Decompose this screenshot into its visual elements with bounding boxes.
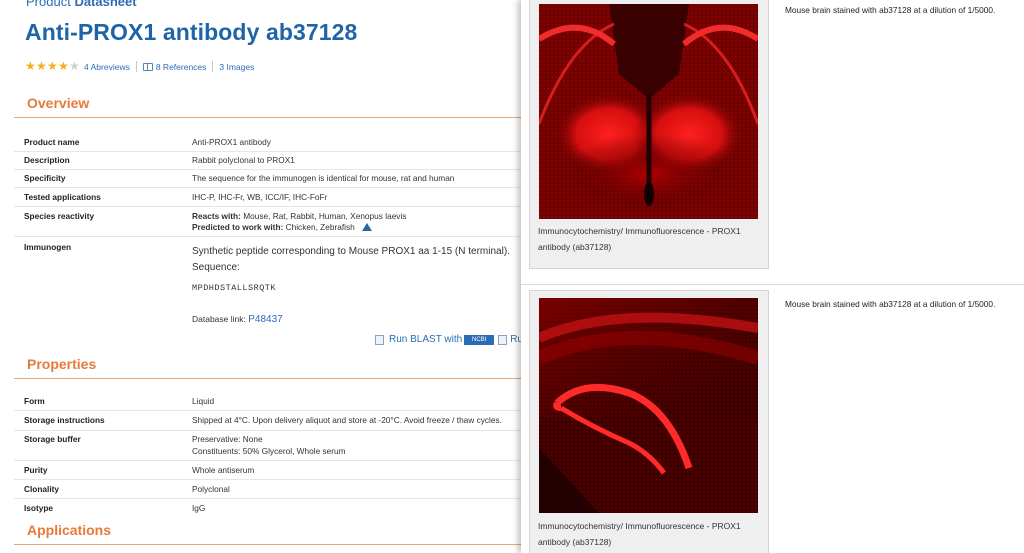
applications-heading-label: Applications — [27, 522, 112, 538]
database-link-value[interactable]: P48437 — [248, 314, 282, 325]
row-value: Shipped at 4°C. Upon delivery aliquot an… — [192, 415, 502, 425]
star-rating: ★ ★ ★ ★ ★ — [25, 59, 80, 73]
predicted-value: Chicken, Zebrafish — [285, 222, 355, 232]
table-row: Purity Whole antiserum — [14, 461, 524, 480]
star-icon: ★ — [36, 59, 47, 73]
star-icon: ★ — [25, 59, 36, 73]
book-icon — [142, 62, 153, 71]
row-value: Preservative: None — [192, 434, 263, 444]
applications-heading[interactable]: Applications — [14, 521, 524, 545]
blast-icon — [375, 334, 384, 345]
row-label: Isotype — [24, 503, 54, 513]
predicted-label: Predicted to work with: — [192, 222, 284, 232]
image-legend: Mouse brain stained with ab37128 at a di… — [785, 299, 996, 309]
row-label: Storage buffer — [24, 434, 81, 444]
table-row: Specificity The sequence for the immunog… — [14, 170, 524, 188]
micrograph-image[interactable] — [539, 298, 758, 513]
divider — [521, 284, 1024, 285]
row-label: Form — [24, 396, 45, 406]
properties-heading[interactable]: Properties — [14, 355, 524, 379]
breadcrumb[interactable]: Product Datasheet — [26, 0, 137, 9]
image-panel: Immunocytochemistry/ Immunofluorescence … — [521, 0, 1024, 553]
abreviews-link[interactable]: 4 Abreviews — [84, 62, 130, 72]
overview-heading[interactable]: Overview — [14, 94, 524, 118]
image-caption: Immunocytochemistry/ Immunofluorescence … — [538, 521, 741, 547]
run-blast-link[interactable]: Run BLAST with NCBI Ru — [375, 334, 523, 345]
table-row: Isotype IgG — [14, 499, 524, 517]
row-label: Specificity — [24, 173, 66, 183]
divider — [135, 61, 137, 72]
row-label: Tested applications — [24, 192, 101, 202]
run-blast-label: Run BLAST with — [389, 334, 463, 345]
star-icon: ★ — [47, 59, 58, 73]
table-row: Immunogen Synthetic peptide correspondin… — [14, 237, 524, 349]
reacts-with-label: Reacts with: — [192, 211, 241, 221]
hippocampus-image — [539, 298, 758, 513]
database-link-label: Database link: — [192, 314, 246, 324]
immunogen-sequence-label: Sequence: — [192, 262, 240, 273]
table-row: Species reactivity Reacts with: Mouse, R… — [14, 207, 524, 237]
row-value: IHC-P, IHC-Fr, WB, ICC/IF, IHC-FoFr — [192, 192, 328, 202]
image-card[interactable]: Immunocytochemistry/ Immunofluorescence … — [529, 290, 769, 553]
datasheet: Product Datasheet Anti-PROX1 antibody ab… — [0, 0, 530, 553]
predicted-to-work: Predicted to work with: Chicken, Zebrafi… — [192, 221, 373, 234]
star-icon: ★ — [58, 59, 69, 73]
image-card[interactable]: Immunocytochemistry/ Immunofluorescence … — [529, 0, 769, 269]
table-row: Clonality Polyclonal — [14, 480, 524, 499]
row-value: Anti-PROX1 antibody — [192, 137, 271, 147]
row-label: Immunogen — [24, 242, 72, 252]
row-value: Rabbit polyclonal to PROX1 — [192, 155, 295, 165]
row-value: Liquid — [192, 396, 215, 406]
ncbi-logo: NCBI — [464, 334, 495, 345]
row-value: Whole antiserum — [192, 465, 255, 475]
row-value: IgG — [192, 503, 206, 513]
breadcrumb-label: Datasheet — [74, 0, 137, 9]
image-caption: Immunocytochemistry/ Immunofluorescence … — [538, 226, 741, 252]
images-link[interactable]: 3 Images — [219, 62, 254, 72]
row-label: Purity — [24, 465, 48, 475]
table-row: Form Liquid — [14, 393, 524, 411]
reacts-with-value: Mouse, Rat, Rabbit, Human, Xenopus laevi… — [243, 211, 407, 221]
warning-icon[interactable] — [362, 223, 373, 231]
star-empty-icon: ★ — [69, 59, 80, 73]
page-title: Anti-PROX1 antibody ab37128 — [25, 19, 358, 45]
row-value-2: Constituents: 50% Glycerol, Whole serum — [192, 446, 346, 456]
immunogen-sequence: MPDHDSTALLSRQTK — [192, 283, 277, 293]
row-label: Description — [24, 155, 70, 165]
database-link: Database link: P48437 — [192, 313, 283, 327]
breadcrumb-prefix: Product — [26, 0, 71, 9]
row-label: Species reactivity — [24, 211, 95, 221]
row-label: Storage instructions — [24, 415, 105, 425]
row-label: Product name — [24, 137, 80, 147]
table-row: Storage buffer Preservative: None Consti… — [14, 431, 524, 461]
rating-row: ★ ★ ★ ★ ★ 4 Abreviews 8 References 3 Ima… — [25, 60, 254, 73]
brain-section-image — [539, 4, 758, 219]
blast-icon — [498, 334, 508, 345]
table-row: Product name Anti-PROX1 antibody — [14, 134, 524, 152]
properties-heading-label: Properties — [27, 356, 97, 372]
row-value: Polyclonal — [192, 484, 230, 494]
row-label: Clonality — [24, 484, 60, 494]
table-row: Tested applications IHC-P, IHC-Fr, WB, I… — [14, 188, 524, 207]
divider — [212, 61, 214, 72]
immunogen-description: Synthetic peptide corresponding to Mouse… — [192, 246, 510, 257]
table-row: Description Rabbit polyclonal to PROX1 — [14, 152, 524, 170]
micrograph-image[interactable] — [539, 4, 758, 219]
references-link[interactable]: 8 References — [156, 62, 207, 72]
overview-heading-label: Overview — [27, 95, 90, 111]
image-legend: Mouse brain stained with ab37128 at a di… — [785, 5, 996, 15]
table-row: Storage instructions Shipped at 4°C. Upo… — [14, 411, 524, 431]
row-value: The sequence for the immunogen is identi… — [192, 173, 455, 183]
